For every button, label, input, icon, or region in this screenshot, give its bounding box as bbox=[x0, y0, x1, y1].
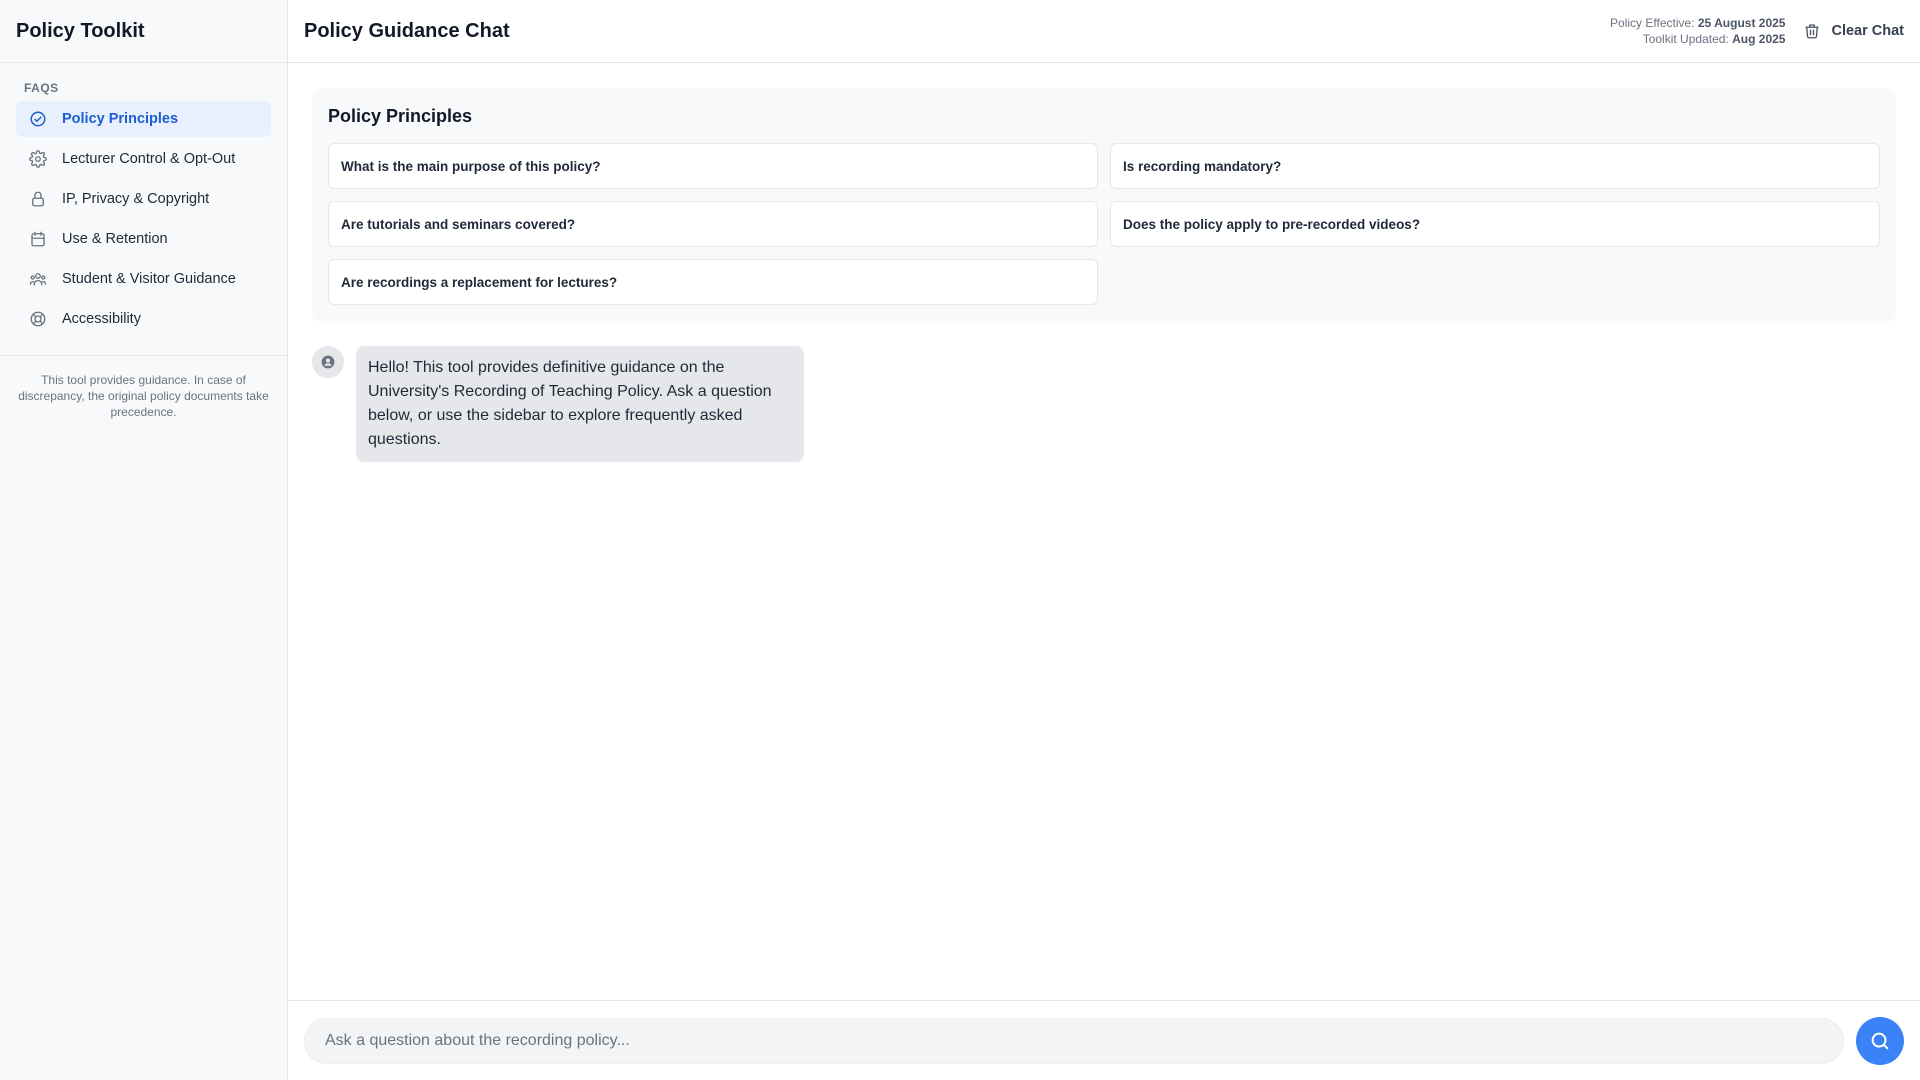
user-icon bbox=[321, 355, 335, 369]
users-icon bbox=[28, 269, 48, 289]
app-title: Policy Toolkit bbox=[16, 19, 145, 42]
faq-grid: What is the main purpose of this policy?… bbox=[328, 143, 1880, 305]
faq-card-title: Policy Principles bbox=[328, 106, 473, 126]
policy-effective-date: 25 August 2025 bbox=[1697, 16, 1786, 30]
sidebar-item-ip-privacy[interactable]: IP, Privacy & Copyright bbox=[16, 181, 271, 217]
sidebar-nav: FAQs Policy Principles Lecturer Control … bbox=[0, 63, 287, 356]
toolkit-updated-line: Toolkit Updated: Aug 2025 bbox=[1610, 31, 1786, 47]
sidebar-item-policy-principles[interactable]: Policy Principles bbox=[16, 101, 271, 137]
toolkit-updated-date: Aug 2025 bbox=[1732, 32, 1786, 46]
sidebar-item-lecturer-control[interactable]: Lecturer Control & Opt-Out bbox=[16, 141, 271, 177]
main-panel: Policy Guidance Chat Policy Effective: 2… bbox=[288, 0, 1920, 1080]
sidebar-item-label: Lecturer Control & Opt-Out bbox=[62, 151, 236, 167]
faqs-section-label: FAQs bbox=[24, 81, 59, 95]
sidebar-item-use-retention[interactable]: Use & Retention bbox=[16, 221, 271, 257]
clear-chat-button[interactable]: Clear Chat bbox=[1803, 21, 1904, 41]
app-root: Policy Toolkit FAQs Policy Principles Le… bbox=[0, 0, 1920, 1080]
toolkit-updated-label: Toolkit Updated: bbox=[1642, 32, 1729, 46]
sidebar-item-label: Use & Retention bbox=[62, 231, 168, 247]
faq-question-button[interactable]: What is the main purpose of this policy? bbox=[328, 143, 1098, 189]
sidebar-item-accessibility[interactable]: Accessibility bbox=[16, 301, 271, 337]
faq-question-button[interactable]: Are tutorials and seminars covered? bbox=[328, 201, 1098, 247]
faq-question-button[interactable]: Are recordings a replacement for lecture… bbox=[328, 259, 1098, 305]
sidebar-item-label: Accessibility bbox=[62, 311, 141, 327]
sidebar-item-label: Student & Visitor Guidance bbox=[62, 271, 236, 287]
clear-chat-label: Clear Chat bbox=[1831, 23, 1904, 39]
sidebar-item-label: Policy Principles bbox=[62, 111, 179, 127]
gear-icon bbox=[28, 149, 48, 169]
sidebar: Policy Toolkit FAQs Policy Principles Le… bbox=[0, 0, 288, 1080]
avatar bbox=[312, 346, 344, 378]
composer bbox=[288, 1000, 1920, 1080]
sidebar-disclaimer: This tool provides guidance. In case of … bbox=[18, 373, 269, 419]
policy-meta: Policy Effective: 25 August 2025 Toolkit… bbox=[1610, 15, 1785, 47]
message-bubble: Hello! This tool provides definitive gui… bbox=[356, 346, 804, 462]
sidebar-item-label: IP, Privacy & Copyright bbox=[62, 191, 210, 207]
sidebar-header: Policy Toolkit bbox=[0, 0, 287, 63]
trash-icon bbox=[1803, 21, 1823, 41]
topbar: Policy Guidance Chat Policy Effective: 2… bbox=[288, 0, 1920, 63]
page-title: Policy Guidance Chat bbox=[304, 19, 510, 42]
check-circle-icon bbox=[28, 109, 48, 129]
lock-icon bbox=[28, 189, 48, 209]
faq-question-button[interactable]: Is recording mandatory? bbox=[1110, 143, 1880, 189]
sidebar-item-student-visitor[interactable]: Student & Visitor Guidance bbox=[16, 261, 271, 297]
search-button[interactable] bbox=[1856, 1016, 1904, 1065]
calendar-icon bbox=[28, 229, 48, 249]
question-input[interactable] bbox=[304, 1017, 1844, 1064]
assistant-message: Hello! This tool provides definitive gui… bbox=[312, 346, 1896, 462]
chat-area: Policy Principles What is the main purpo… bbox=[288, 63, 1920, 1000]
policy-effective-label: Policy Effective: bbox=[1610, 16, 1695, 30]
faq-question-button[interactable]: Does the policy apply to pre-recorded vi… bbox=[1110, 201, 1880, 247]
policy-effective-line: Policy Effective: 25 August 2025 bbox=[1610, 15, 1785, 31]
faq-card: Policy Principles What is the main purpo… bbox=[312, 88, 1896, 321]
search-icon bbox=[1869, 1030, 1891, 1052]
lifebuoy-icon bbox=[28, 309, 48, 329]
